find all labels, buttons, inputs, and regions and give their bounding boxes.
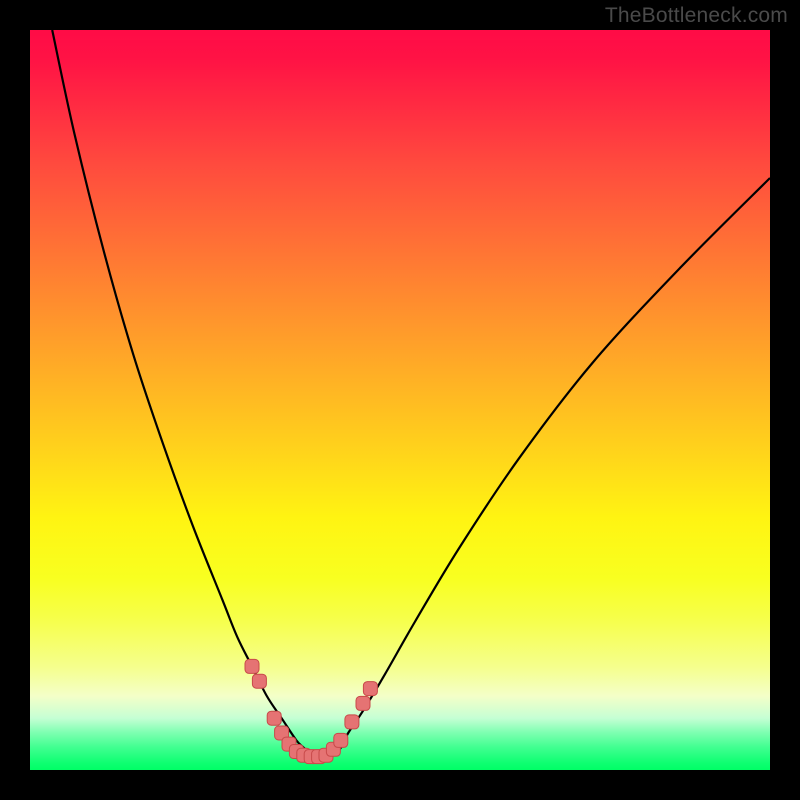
data-marker: [356, 696, 370, 710]
data-marker: [345, 715, 359, 729]
watermark-text: TheBottleneck.com: [605, 4, 788, 28]
data-marker: [267, 711, 281, 725]
curve-layer: [52, 30, 770, 759]
outer-frame: TheBottleneck.com: [0, 0, 800, 800]
bottleneck-curve: [52, 30, 770, 759]
data-marker: [363, 682, 377, 696]
data-marker: [334, 733, 348, 747]
data-marker: [245, 659, 259, 673]
chart-svg: [30, 30, 770, 770]
chart-plot-area: [30, 30, 770, 770]
data-marker: [252, 674, 266, 688]
markers-layer: [245, 659, 377, 763]
